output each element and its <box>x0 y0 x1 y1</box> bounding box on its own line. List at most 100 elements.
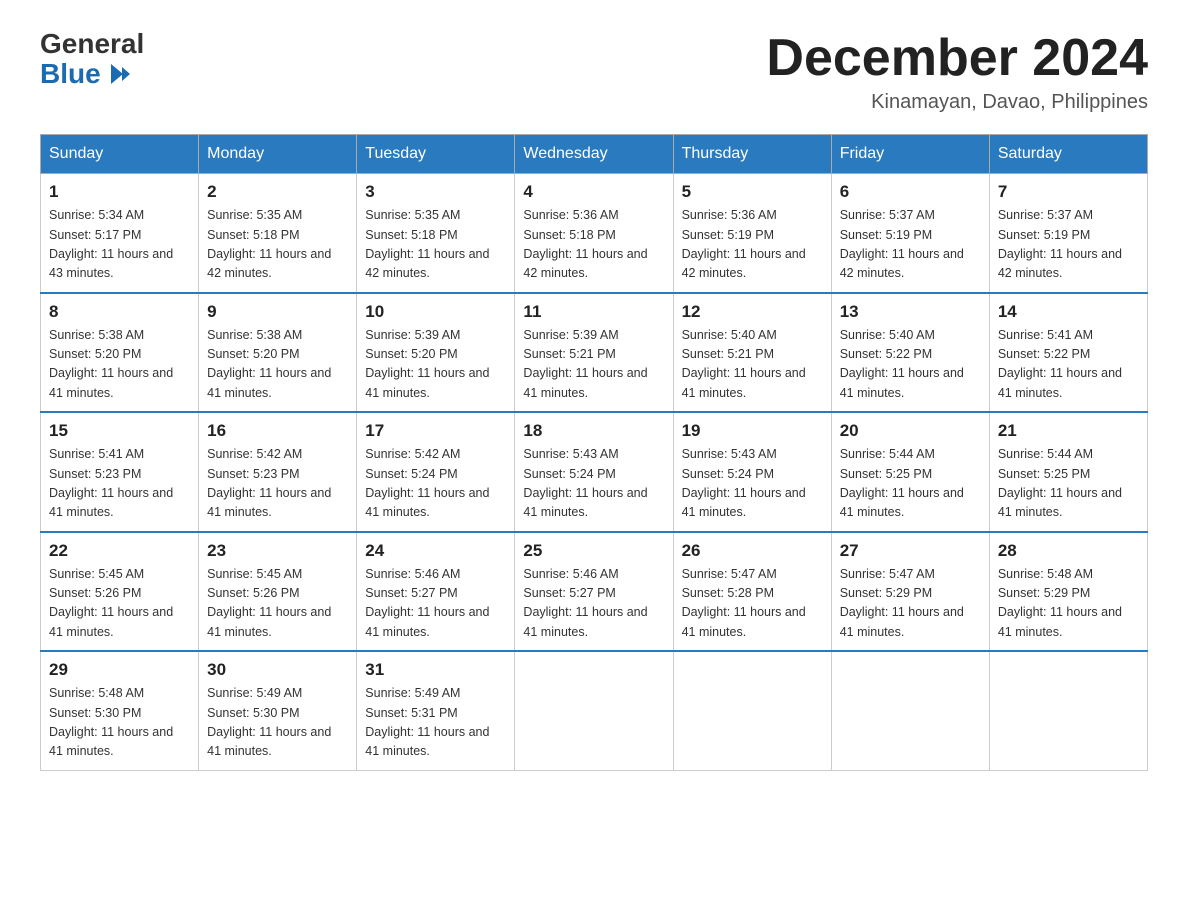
day-number: 4 <box>523 182 664 202</box>
calendar-cell-week2-day0: 8 Sunrise: 5:38 AMSunset: 5:20 PMDayligh… <box>41 293 199 413</box>
day-info: Sunrise: 5:47 AMSunset: 5:28 PMDaylight:… <box>682 565 823 643</box>
calendar-cell-week4-day5: 27 Sunrise: 5:47 AMSunset: 5:29 PMDaylig… <box>831 532 989 652</box>
day-number: 22 <box>49 541 190 561</box>
day-info: Sunrise: 5:47 AMSunset: 5:29 PMDaylight:… <box>840 565 981 643</box>
calendar-cell-week5-day2: 31 Sunrise: 5:49 AMSunset: 5:31 PMDaylig… <box>357 651 515 770</box>
location-subtitle: Kinamayan, Davao, Philippines <box>766 91 1148 114</box>
day-number: 2 <box>207 182 348 202</box>
logo-triangle-small-icon <box>122 67 130 81</box>
day-number: 5 <box>682 182 823 202</box>
day-info: Sunrise: 5:42 AMSunset: 5:24 PMDaylight:… <box>365 445 506 523</box>
calendar-cell-week4-day2: 24 Sunrise: 5:46 AMSunset: 5:27 PMDaylig… <box>357 532 515 652</box>
page-header: General Blue December 2024 Kinamayan, Da… <box>40 30 1148 114</box>
calendar-cell-week5-day1: 30 Sunrise: 5:49 AMSunset: 5:30 PMDaylig… <box>199 651 357 770</box>
day-info: Sunrise: 5:38 AMSunset: 5:20 PMDaylight:… <box>49 326 190 404</box>
calendar-cell-week4-day0: 22 Sunrise: 5:45 AMSunset: 5:26 PMDaylig… <box>41 532 199 652</box>
header-friday: Friday <box>831 135 989 174</box>
day-number: 8 <box>49 302 190 322</box>
day-info: Sunrise: 5:45 AMSunset: 5:26 PMDaylight:… <box>49 565 190 643</box>
calendar-cell-week5-day4 <box>673 651 831 770</box>
calendar-cell-week2-day4: 12 Sunrise: 5:40 AMSunset: 5:21 PMDaylig… <box>673 293 831 413</box>
day-number: 20 <box>840 421 981 441</box>
day-number: 31 <box>365 660 506 680</box>
day-info: Sunrise: 5:35 AMSunset: 5:18 PMDaylight:… <box>207 206 348 284</box>
day-info: Sunrise: 5:49 AMSunset: 5:31 PMDaylight:… <box>365 684 506 762</box>
calendar-cell-week3-day1: 16 Sunrise: 5:42 AMSunset: 5:23 PMDaylig… <box>199 412 357 532</box>
day-number: 30 <box>207 660 348 680</box>
calendar-cell-week1-day1: 2 Sunrise: 5:35 AMSunset: 5:18 PMDayligh… <box>199 174 357 293</box>
day-info: Sunrise: 5:48 AMSunset: 5:30 PMDaylight:… <box>49 684 190 762</box>
calendar-header-row: SundayMondayTuesdayWednesdayThursdayFrid… <box>41 135 1148 174</box>
calendar-week-2: 8 Sunrise: 5:38 AMSunset: 5:20 PMDayligh… <box>41 293 1148 413</box>
day-number: 3 <box>365 182 506 202</box>
day-info: Sunrise: 5:36 AMSunset: 5:18 PMDaylight:… <box>523 206 664 284</box>
calendar-week-1: 1 Sunrise: 5:34 AMSunset: 5:17 PMDayligh… <box>41 174 1148 293</box>
calendar-cell-week3-day0: 15 Sunrise: 5:41 AMSunset: 5:23 PMDaylig… <box>41 412 199 532</box>
day-info: Sunrise: 5:41 AMSunset: 5:23 PMDaylight:… <box>49 445 190 523</box>
day-info: Sunrise: 5:46 AMSunset: 5:27 PMDaylight:… <box>365 565 506 643</box>
day-info: Sunrise: 5:39 AMSunset: 5:20 PMDaylight:… <box>365 326 506 404</box>
header-sunday: Sunday <box>41 135 199 174</box>
day-info: Sunrise: 5:36 AMSunset: 5:19 PMDaylight:… <box>682 206 823 284</box>
calendar-cell-week4-day6: 28 Sunrise: 5:48 AMSunset: 5:29 PMDaylig… <box>989 532 1147 652</box>
day-number: 10 <box>365 302 506 322</box>
day-info: Sunrise: 5:45 AMSunset: 5:26 PMDaylight:… <box>207 565 348 643</box>
header-thursday: Thursday <box>673 135 831 174</box>
calendar-cell-week1-day3: 4 Sunrise: 5:36 AMSunset: 5:18 PMDayligh… <box>515 174 673 293</box>
calendar-cell-week4-day1: 23 Sunrise: 5:45 AMSunset: 5:26 PMDaylig… <box>199 532 357 652</box>
day-number: 17 <box>365 421 506 441</box>
day-number: 18 <box>523 421 664 441</box>
day-number: 29 <box>49 660 190 680</box>
day-info: Sunrise: 5:41 AMSunset: 5:22 PMDaylight:… <box>998 326 1139 404</box>
day-info: Sunrise: 5:42 AMSunset: 5:23 PMDaylight:… <box>207 445 348 523</box>
calendar-table: SundayMondayTuesdayWednesdayThursdayFrid… <box>40 134 1148 771</box>
day-number: 16 <box>207 421 348 441</box>
header-saturday: Saturday <box>989 135 1147 174</box>
day-number: 25 <box>523 541 664 561</box>
day-number: 15 <box>49 421 190 441</box>
title-section: December 2024 Kinamayan, Davao, Philippi… <box>766 30 1148 114</box>
day-number: 24 <box>365 541 506 561</box>
day-info: Sunrise: 5:39 AMSunset: 5:21 PMDaylight:… <box>523 326 664 404</box>
calendar-cell-week5-day0: 29 Sunrise: 5:48 AMSunset: 5:30 PMDaylig… <box>41 651 199 770</box>
day-number: 26 <box>682 541 823 561</box>
day-number: 28 <box>998 541 1139 561</box>
day-info: Sunrise: 5:34 AMSunset: 5:17 PMDaylight:… <box>49 206 190 284</box>
calendar-cell-week3-day5: 20 Sunrise: 5:44 AMSunset: 5:25 PMDaylig… <box>831 412 989 532</box>
day-info: Sunrise: 5:46 AMSunset: 5:27 PMDaylight:… <box>523 565 664 643</box>
day-number: 27 <box>840 541 981 561</box>
calendar-cell-week5-day6 <box>989 651 1147 770</box>
day-number: 14 <box>998 302 1139 322</box>
calendar-cell-week3-day6: 21 Sunrise: 5:44 AMSunset: 5:25 PMDaylig… <box>989 412 1147 532</box>
calendar-cell-week4-day4: 26 Sunrise: 5:47 AMSunset: 5:28 PMDaylig… <box>673 532 831 652</box>
calendar-week-5: 29 Sunrise: 5:48 AMSunset: 5:30 PMDaylig… <box>41 651 1148 770</box>
day-info: Sunrise: 5:43 AMSunset: 5:24 PMDaylight:… <box>523 445 664 523</box>
calendar-cell-week1-day6: 7 Sunrise: 5:37 AMSunset: 5:19 PMDayligh… <box>989 174 1147 293</box>
day-number: 6 <box>840 182 981 202</box>
calendar-cell-week4-day3: 25 Sunrise: 5:46 AMSunset: 5:27 PMDaylig… <box>515 532 673 652</box>
day-number: 11 <box>523 302 664 322</box>
day-number: 19 <box>682 421 823 441</box>
calendar-cell-week1-day5: 6 Sunrise: 5:37 AMSunset: 5:19 PMDayligh… <box>831 174 989 293</box>
calendar-cell-week1-day2: 3 Sunrise: 5:35 AMSunset: 5:18 PMDayligh… <box>357 174 515 293</box>
month-title: December 2024 <box>766 30 1148 87</box>
day-info: Sunrise: 5:38 AMSunset: 5:20 PMDaylight:… <box>207 326 348 404</box>
day-info: Sunrise: 5:48 AMSunset: 5:29 PMDaylight:… <box>998 565 1139 643</box>
calendar-cell-week2-day5: 13 Sunrise: 5:40 AMSunset: 5:22 PMDaylig… <box>831 293 989 413</box>
calendar-cell-week5-day3 <box>515 651 673 770</box>
calendar-cell-week1-day0: 1 Sunrise: 5:34 AMSunset: 5:17 PMDayligh… <box>41 174 199 293</box>
calendar-cell-week3-day4: 19 Sunrise: 5:43 AMSunset: 5:24 PMDaylig… <box>673 412 831 532</box>
calendar-cell-week2-day6: 14 Sunrise: 5:41 AMSunset: 5:22 PMDaylig… <box>989 293 1147 413</box>
day-info: Sunrise: 5:49 AMSunset: 5:30 PMDaylight:… <box>207 684 348 762</box>
day-info: Sunrise: 5:43 AMSunset: 5:24 PMDaylight:… <box>682 445 823 523</box>
day-number: 21 <box>998 421 1139 441</box>
day-info: Sunrise: 5:44 AMSunset: 5:25 PMDaylight:… <box>840 445 981 523</box>
day-info: Sunrise: 5:37 AMSunset: 5:19 PMDaylight:… <box>998 206 1139 284</box>
calendar-cell-week3-day3: 18 Sunrise: 5:43 AMSunset: 5:24 PMDaylig… <box>515 412 673 532</box>
header-tuesday: Tuesday <box>357 135 515 174</box>
day-number: 23 <box>207 541 348 561</box>
calendar-cell-week3-day2: 17 Sunrise: 5:42 AMSunset: 5:24 PMDaylig… <box>357 412 515 532</box>
calendar-week-3: 15 Sunrise: 5:41 AMSunset: 5:23 PMDaylig… <box>41 412 1148 532</box>
day-number: 1 <box>49 182 190 202</box>
day-info: Sunrise: 5:37 AMSunset: 5:19 PMDaylight:… <box>840 206 981 284</box>
